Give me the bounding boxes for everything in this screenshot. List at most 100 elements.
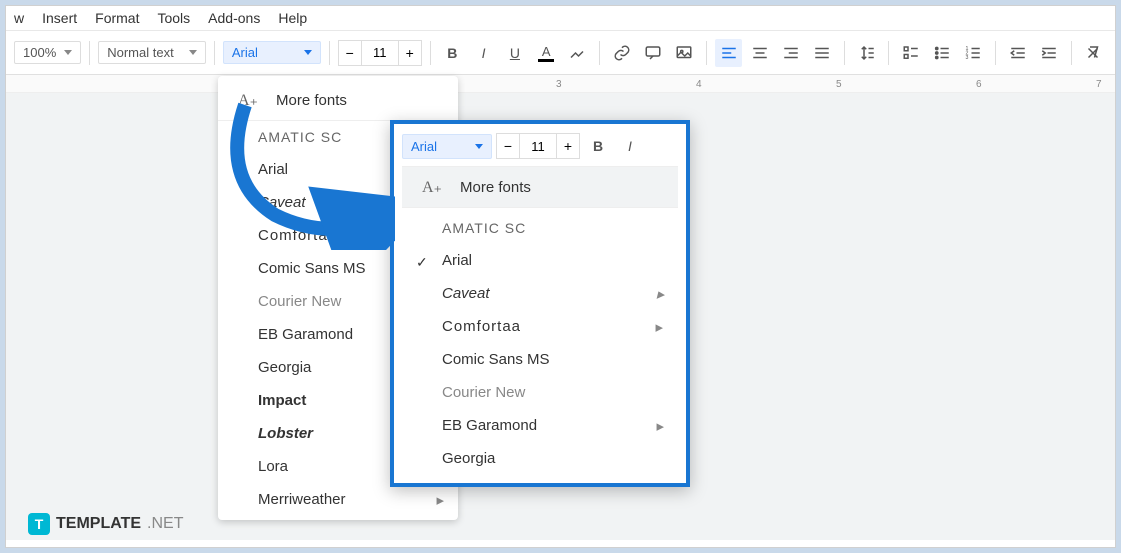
ruler-mark: 3: [556, 79, 562, 90]
paragraph-style-dropdown[interactable]: Normal text: [98, 41, 206, 64]
style-value: Normal text: [107, 45, 173, 60]
add-font-icon: A₊: [238, 90, 258, 110]
menu-item[interactable]: Format: [95, 10, 139, 26]
menu-item[interactable]: Tools: [157, 10, 190, 26]
font-name: Courier New: [442, 384, 525, 401]
separator: [995, 41, 996, 65]
align-justify-button[interactable]: [809, 39, 836, 67]
image-button[interactable]: [671, 39, 698, 67]
font-name: Impact: [258, 392, 306, 409]
font-name: Comic Sans MS: [258, 260, 366, 277]
font-name: EB Garamond: [258, 326, 353, 343]
align-left-button[interactable]: [715, 39, 742, 67]
font-name: Georgia: [258, 359, 311, 376]
font-name: Amatic SC: [258, 129, 342, 145]
font-option[interactable]: ✓Arial: [402, 244, 678, 277]
font-option[interactable]: Amatic SC: [402, 212, 678, 244]
font-name: Georgia: [442, 450, 495, 467]
watermark-suffix: .NET: [147, 515, 183, 533]
svg-text:3: 3: [966, 55, 969, 61]
ruler-mark: 5: [836, 79, 842, 90]
menu-item[interactable]: Add-ons: [208, 10, 260, 26]
more-fonts-label: More fonts: [460, 179, 531, 196]
clear-formatting-button[interactable]: [1080, 39, 1107, 67]
menu-item[interactable]: Help: [278, 10, 307, 26]
font-size-value[interactable]: 11: [520, 133, 556, 159]
text-color-button[interactable]: A: [533, 39, 560, 67]
increase-size-button[interactable]: +: [398, 40, 422, 66]
callout-panel: Arial − 11 + B I A₊ More fonts Amatic SC…: [390, 120, 690, 487]
chevron-down-icon: [189, 50, 197, 55]
submenu-arrow-icon: ▸: [436, 491, 444, 509]
font-name: Merriweather: [258, 491, 346, 508]
align-right-button[interactable]: [777, 39, 804, 67]
watermark: T TEMPLATE .NET: [28, 513, 183, 535]
chevron-down-icon: [475, 144, 483, 149]
bold-button[interactable]: B: [439, 39, 466, 67]
separator: [329, 41, 330, 65]
underline-button[interactable]: U: [501, 39, 528, 67]
font-dropdown[interactable]: Arial: [223, 41, 321, 64]
chevron-down-icon: [304, 50, 312, 55]
more-fonts-item[interactable]: A₊ More fonts: [218, 80, 458, 121]
highlight-button[interactable]: [564, 39, 591, 67]
font-value: Arial: [411, 139, 437, 154]
font-size-group: − 11 +: [496, 133, 580, 159]
font-option[interactable]: Merriweather ▸: [218, 483, 458, 516]
decrease-size-button[interactable]: −: [496, 133, 520, 159]
ruler-mark: 4: [696, 79, 702, 90]
ruler-mark: 7: [1096, 79, 1102, 90]
bold-button[interactable]: B: [584, 132, 612, 160]
font-option[interactable]: Georgia: [402, 442, 678, 475]
font-name: Amatic SC: [442, 220, 526, 236]
separator: [89, 41, 90, 65]
align-center-button[interactable]: [746, 39, 773, 67]
font-option[interactable]: Caveat ▸: [402, 277, 678, 310]
callout-toolbar: Arial − 11 + B I: [402, 132, 678, 167]
font-option[interactable]: Comfortaa ▸: [402, 310, 678, 343]
watermark-brand: TEMPLATE: [56, 515, 141, 533]
zoom-dropdown[interactable]: 100%: [14, 41, 81, 64]
numbered-list-button[interactable]: 123: [960, 39, 987, 67]
menu-item[interactable]: Insert: [42, 10, 77, 26]
font-name: Lobster: [258, 425, 313, 442]
font-option[interactable]: EB Garamond▸: [402, 409, 678, 442]
font-name: Arial: [442, 252, 472, 269]
font-name: Courier New: [258, 293, 341, 310]
increase-indent-button[interactable]: [1035, 39, 1062, 67]
increase-size-button[interactable]: +: [556, 133, 580, 159]
font-name: Caveat: [442, 285, 490, 302]
italic-button[interactable]: I: [616, 132, 644, 160]
more-fonts-item[interactable]: A₊ More fonts: [402, 167, 678, 208]
font-name: Comfortaa: [442, 318, 521, 335]
zoom-value: 100%: [23, 45, 56, 60]
font-dropdown[interactable]: Arial: [402, 134, 492, 159]
separator: [888, 41, 889, 65]
font-name: Comic Sans MS: [442, 351, 550, 368]
template-logo-icon: T: [28, 513, 50, 535]
separator: [599, 41, 600, 65]
decrease-indent-button[interactable]: [1004, 39, 1031, 67]
decrease-size-button[interactable]: −: [338, 40, 362, 66]
submenu-arrow-icon: ▸: [655, 318, 664, 336]
submenu-arrow-icon: ▸: [656, 285, 664, 303]
font-option[interactable]: Comic Sans MS: [402, 343, 678, 376]
menu-bar: w Insert Format Tools Add-ons Help: [6, 6, 1115, 31]
ruler-mark: 6: [976, 79, 982, 90]
toolbar: 100% Normal text Arial − 11 + B I U A: [6, 31, 1115, 75]
font-option[interactable]: Courier New: [402, 376, 678, 409]
font-size-group: − 11 +: [338, 40, 422, 66]
font-size-value[interactable]: 11: [362, 40, 398, 66]
separator: [214, 41, 215, 65]
bullet-list-button[interactable]: [929, 39, 956, 67]
separator: [706, 41, 707, 65]
checklist-button[interactable]: [897, 39, 924, 67]
italic-button[interactable]: I: [470, 39, 497, 67]
submenu-arrow-icon: ▸: [656, 417, 664, 435]
ruler: 1 2 3 4 5 6 7: [6, 75, 1115, 93]
separator: [844, 41, 845, 65]
line-spacing-button[interactable]: [853, 39, 880, 67]
insert-link-button[interactable]: [608, 39, 635, 67]
comment-button[interactable]: [639, 39, 666, 67]
menu-item[interactable]: w: [14, 10, 24, 26]
